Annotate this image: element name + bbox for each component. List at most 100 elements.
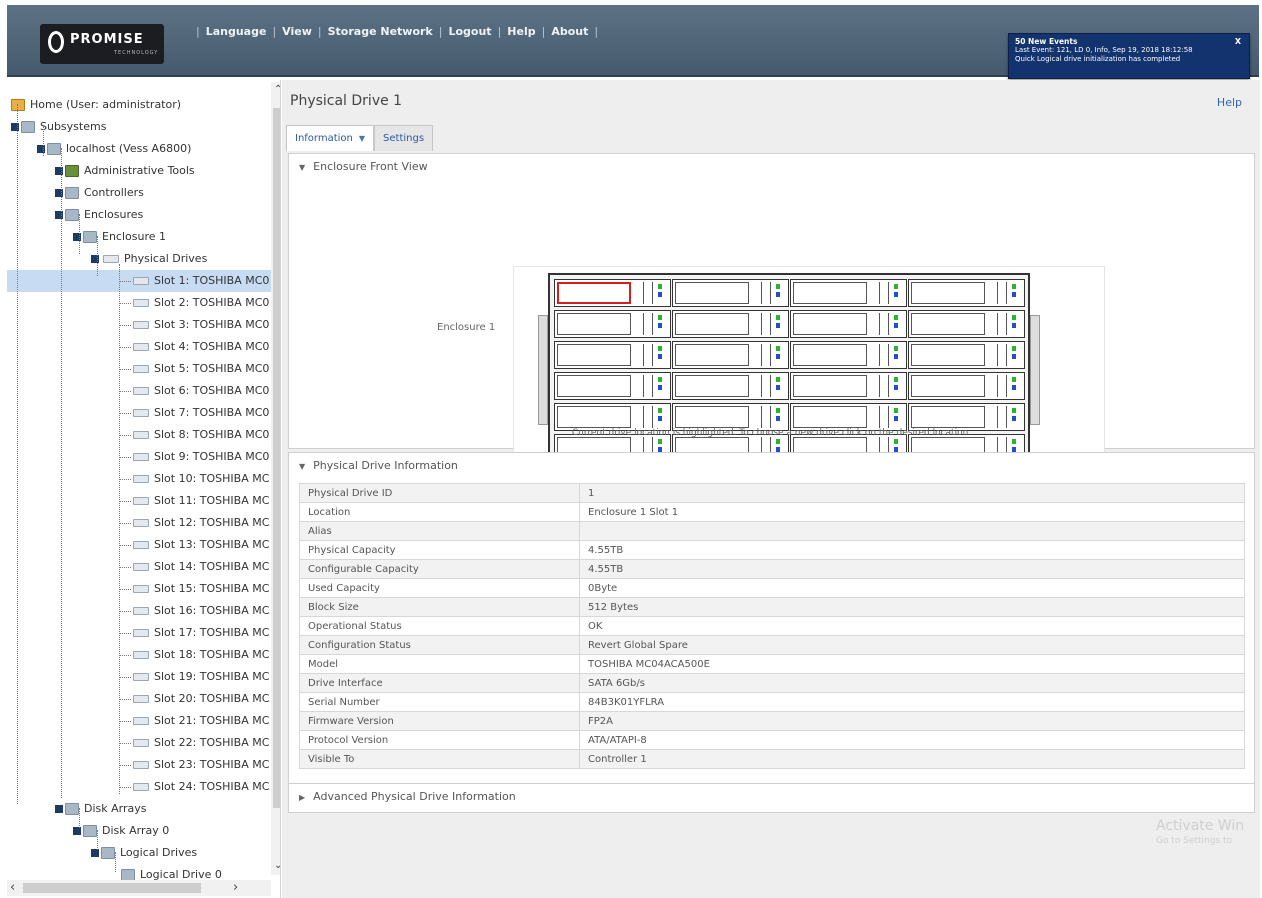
advanced-info-panel: ▶ Advanced Physical Drive Information [288, 783, 1255, 813]
bay-latch [761, 406, 771, 428]
tree-slot-15[interactable]: Slot 15: TOSHIBA MC [127, 578, 269, 600]
nav-language[interactable]: Language [206, 25, 267, 38]
nav-about[interactable]: About [551, 25, 588, 38]
tree-slot-21[interactable]: Slot 21: TOSHIBA MC [127, 710, 269, 732]
tree-home[interactable]: Home (User: administrator) [11, 94, 181, 116]
drive-bay-18[interactable] [672, 403, 789, 431]
tab-information[interactable]: Information ▼ [286, 125, 375, 152]
drive-icon [133, 541, 149, 549]
scroll-left-icon[interactable]: ‹ [10, 880, 15, 895]
collapse-triangle-icon: ▼ [299, 462, 306, 471]
drive-bay-17[interactable] [554, 403, 671, 431]
events-last-event: Last Event: 121, LD 0, Info, Sep 19, 201… [1015, 46, 1193, 54]
drive-bay-16[interactable] [908, 372, 1025, 400]
drive-bay-9[interactable] [554, 341, 671, 369]
tree-slot-23[interactable]: Slot 23: TOSHIBA MC [127, 754, 269, 776]
physical-drive-info-header[interactable]: ▼ Physical Drive Information [289, 453, 1254, 479]
events-message: Quick Logical drive initialization has c… [1015, 55, 1181, 63]
tree-hscroll-thumb[interactable] [23, 883, 201, 893]
main-content: Physical Drive 1 Help Information ▼ Setti… [282, 80, 1260, 898]
tree-slot-label: Slot 4: TOSHIBA MC0 [154, 340, 270, 353]
tree-disk-arrays[interactable]: Disk Arrays [55, 798, 146, 820]
drive-bay-13[interactable] [554, 372, 671, 400]
tree-slot-16[interactable]: Slot 16: TOSHIBA MC [127, 600, 269, 622]
tree-slot-8[interactable]: Slot 8: TOSHIBA MC0 [127, 424, 269, 446]
bay-latch [997, 313, 1007, 335]
scroll-down-icon[interactable]: ⌄ [274, 860, 280, 871]
events-notification[interactable]: 50 New Events Last Event: 121, LD 0, Inf… [1008, 33, 1250, 79]
drive-bay-4[interactable] [908, 279, 1025, 307]
tree-horizontal-scrollbar[interactable]: ‹ › [7, 880, 271, 896]
drive-bay-5[interactable] [554, 310, 671, 338]
tree-enclosure-1[interactable]: Enclosure 1 [73, 226, 166, 248]
status-led-icon [894, 385, 898, 390]
status-led-icon [894, 323, 898, 328]
advanced-info-header[interactable]: ▶ Advanced Physical Drive Information [289, 784, 1254, 810]
tree-vertical-scrollbar[interactable]: ⌃ ⌄ [271, 82, 280, 875]
drive-bay-11[interactable] [790, 341, 907, 369]
tree-enclosures[interactable]: Enclosures [55, 204, 143, 226]
nav-help[interactable]: Help [507, 25, 535, 38]
status-led-icon [1012, 354, 1016, 359]
tree-slot-label: Slot 20: TOSHIBA MC [154, 692, 270, 705]
collapse-toggle-icon[interactable] [91, 849, 99, 857]
tree-enclosures-label: Enclosures [84, 208, 144, 221]
tree-disk-array-0[interactable]: Disk Array 0 [73, 820, 169, 842]
nav-view[interactable]: View [282, 25, 312, 38]
tree-physical-drives[interactable]: Physical Drives [91, 248, 207, 270]
drive-bay-3[interactable] [790, 279, 907, 307]
tab-settings[interactable]: Settings [374, 125, 434, 151]
tree-vscroll-thumb[interactable] [273, 108, 280, 808]
drive-bay-20[interactable] [908, 403, 1025, 431]
drive-bay-15[interactable] [790, 372, 907, 400]
drive-bay-2[interactable] [672, 279, 789, 307]
tree-slot-10[interactable]: Slot 10: TOSHIBA MC [127, 468, 269, 490]
tree-slot-19[interactable]: Slot 19: TOSHIBA MC [127, 666, 269, 688]
tree-slot-7[interactable]: Slot 7: TOSHIBA MC0 [127, 402, 269, 424]
tree-slot-24[interactable]: Slot 24: TOSHIBA MC [127, 776, 269, 798]
scroll-up-icon[interactable]: ⌃ [274, 84, 280, 95]
tree-slot-5[interactable]: Slot 5: TOSHIBA MC0 [127, 358, 269, 380]
tree-connector-line [119, 281, 131, 282]
tree-logical-drives[interactable]: Logical Drives [91, 842, 197, 864]
drive-bay-6[interactable] [672, 310, 789, 338]
tree-controllers[interactable]: Controllers [55, 182, 144, 204]
drive-bay-8[interactable] [908, 310, 1025, 338]
drive-bay-19[interactable] [790, 403, 907, 431]
dropdown-arrow-icon[interactable]: ▼ [359, 126, 365, 152]
help-link[interactable]: Help [1217, 96, 1242, 109]
property-name: Serial Number [299, 692, 580, 712]
tree-slot-11[interactable]: Slot 11: TOSHIBA MC [127, 490, 269, 512]
drive-bay-7[interactable] [790, 310, 907, 338]
drive-bay-14[interactable] [672, 372, 789, 400]
tree-slot-18[interactable]: Slot 18: TOSHIBA MC [127, 644, 269, 666]
tree-slot-20[interactable]: Slot 20: TOSHIBA MC [127, 688, 269, 710]
drive-bay-1[interactable] [554, 279, 671, 307]
tree-slot-17[interactable]: Slot 17: TOSHIBA MC [127, 622, 269, 644]
nav-storage-network[interactable]: Storage Network [328, 25, 433, 38]
scroll-right-icon[interactable]: › [233, 880, 238, 895]
tree-slot-4[interactable]: Slot 4: TOSHIBA MC0 [127, 336, 269, 358]
drive-bay-10[interactable] [672, 341, 789, 369]
enclosure-front-view-header[interactable]: ▼ Enclosure Front View [289, 154, 1254, 180]
tree-slot-13[interactable]: Slot 13: TOSHIBA MC [127, 534, 269, 556]
collapse-toggle-icon[interactable] [73, 827, 81, 835]
nav-logout[interactable]: Logout [448, 25, 491, 38]
tree-slot-12[interactable]: Slot 12: TOSHIBA MC [127, 512, 269, 534]
tree-slot-3[interactable]: Slot 3: TOSHIBA MC0 [127, 314, 269, 336]
collapse-toggle-icon[interactable] [55, 805, 63, 813]
drive-bay-12[interactable] [908, 341, 1025, 369]
events-close-button[interactable]: X [1235, 37, 1241, 46]
tree-slot-label: Slot 16: TOSHIBA MC [154, 604, 270, 617]
tree-slot-label: Slot 24: TOSHIBA MC [154, 780, 270, 793]
tree-slot-label: Slot 3: TOSHIBA MC0 [154, 318, 270, 331]
activity-led-icon [1012, 315, 1016, 320]
tree-administrative-tools[interactable]: Administrative Tools [55, 160, 195, 182]
tree-slot-9[interactable]: Slot 9: TOSHIBA MC0 [127, 446, 269, 468]
tree-slot-14[interactable]: Slot 14: TOSHIBA MC [127, 556, 269, 578]
tree-subsystems[interactable]: Subsystems [11, 116, 106, 138]
tree-slot-6[interactable]: Slot 6: TOSHIBA MC0 [127, 380, 269, 402]
tree-slot-1[interactable]: Slot 1: TOSHIBA MC0 [7, 270, 271, 292]
tree-slot-22[interactable]: Slot 22: TOSHIBA MC [127, 732, 269, 754]
tree-slot-2[interactable]: Slot 2: TOSHIBA MC0 [127, 292, 269, 314]
